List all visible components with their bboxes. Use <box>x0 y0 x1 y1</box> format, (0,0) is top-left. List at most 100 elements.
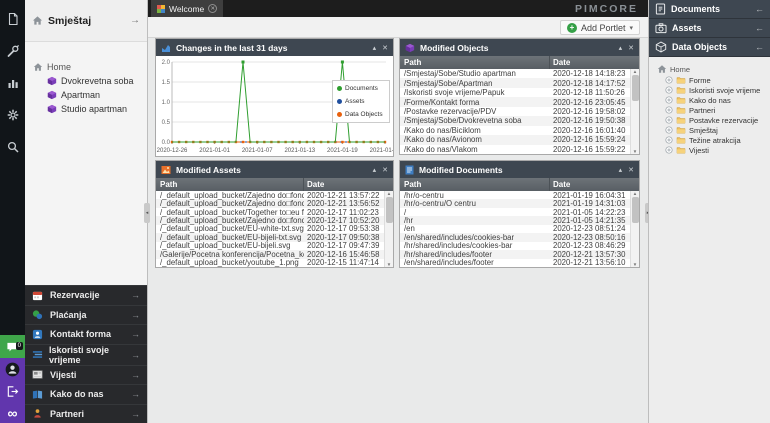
vertical-scrollbar[interactable]: ▲ ▼ <box>630 69 639 154</box>
search-button[interactable] <box>0 134 25 160</box>
table-row[interactable]: /Postavke rezervacije/PDV2020-12-16 19:5… <box>400 107 630 116</box>
table-row[interactable]: /_default_upload_bucket/youtube_1.png202… <box>156 259 384 267</box>
tree-item[interactable]: Partneri <box>649 105 770 115</box>
tree-item[interactable]: Iskoristi svoje vrijeme <box>649 85 770 95</box>
tree-item-label: Home <box>47 62 71 72</box>
expand-plus-icon[interactable] <box>665 86 673 94</box>
menu-item-iskoristi-svoje-vrijeme[interactable]: Iskoristi svoje vrijeme→ <box>25 344 147 365</box>
collapse-icon[interactable]: ▴ <box>619 44 623 52</box>
folder-icon <box>676 86 686 94</box>
vertical-scrollbar[interactable]: ▲ ▼ <box>384 191 393 267</box>
bar-chart-icon <box>6 76 20 90</box>
table-row[interactable]: /en/shared/includes/footer2020-12-21 13:… <box>400 259 630 267</box>
table-row[interactable]: /Iskoristi svoje vrijeme/Papuk2020-12-18… <box>400 88 630 97</box>
column-header-date[interactable]: Date <box>304 180 384 189</box>
expand-plus-icon[interactable] <box>665 146 673 154</box>
portlet-header[interactable]: Changes in the last 31 days ▴✕ <box>156 39 393 56</box>
column-header-date[interactable]: Date <box>550 58 630 67</box>
scroll-down-icon[interactable]: ▼ <box>633 149 637 154</box>
search-icon <box>6 140 20 154</box>
logout-button[interactable] <box>0 381 25 402</box>
scroll-up-icon[interactable]: ▲ <box>633 69 637 74</box>
infinity-logo-icon: ∞ <box>8 406 18 420</box>
section-documents[interactable]: Documents ← <box>649 0 770 19</box>
tree-item-home[interactable]: Home <box>25 60 147 74</box>
tree-item-home[interactable]: Home <box>649 63 770 75</box>
file-button[interactable] <box>0 6 25 32</box>
portlet-header[interactable]: Modified Objects ▴✕ <box>400 39 639 56</box>
column-header-path[interactable]: Path <box>156 178 304 191</box>
table-row[interactable]: /Kako do nas/Avionom2020-12-16 15:59:24 <box>400 135 630 144</box>
menu-item-vijesti[interactable]: Vijesti→ <box>25 365 147 385</box>
legend-item[interactable]: Assets <box>337 98 385 105</box>
tree-item[interactable]: Kako do nas <box>649 95 770 105</box>
expand-plus-icon[interactable] <box>665 96 673 104</box>
table-row[interactable]: /Smjestaj/Sobe/Studio apartman2020-12-18… <box>400 69 630 78</box>
column-header-date[interactable]: Date <box>550 180 630 189</box>
reports-button[interactable] <box>0 70 25 96</box>
table-row[interactable]: /Forme/Kontakt forma2020-12-16 23:05:45 <box>400 97 630 106</box>
cell-path: /Kako do nas/Vlakom <box>400 145 550 154</box>
tree-item[interactable]: Studio apartman <box>25 102 147 116</box>
column-header-path[interactable]: Path <box>400 56 550 69</box>
cell-date: 2020-12-16 15:59:24 <box>550 135 630 144</box>
section-data-objects[interactable]: Data Objects ← <box>649 38 770 57</box>
menu-item-kontakt-forma[interactable]: Kontakt forma→ <box>25 324 147 344</box>
close-icon[interactable]: ✕ <box>382 166 388 174</box>
table-row[interactable]: /Kako do nas/Biciklom2020-12-16 16:01:40 <box>400 126 630 135</box>
expand-plus-icon[interactable] <box>665 136 673 144</box>
pimcore-logo-button[interactable]: ∞ <box>0 402 25 423</box>
tab-close-icon[interactable]: ✕ <box>208 4 217 13</box>
tree-item[interactable]: Postavke rezervacije <box>649 115 770 125</box>
tree-item[interactable]: Vijesti <box>649 145 770 155</box>
tree-item[interactable]: Apartman <box>25 88 147 102</box>
close-icon[interactable]: ✕ <box>382 44 388 52</box>
scroll-up-icon[interactable]: ▲ <box>387 191 391 196</box>
object-cube-icon <box>405 43 415 53</box>
scroll-down-icon[interactable]: ▼ <box>633 262 637 267</box>
table-row[interactable]: /Smjestaj/Sobe/Dvokrevetna soba2020-12-1… <box>400 116 630 125</box>
expand-plus-icon[interactable] <box>665 106 673 114</box>
arrow-right-icon[interactable]: → <box>130 15 140 26</box>
close-icon[interactable]: ✕ <box>628 166 634 174</box>
notifications-button[interactable]: 0 <box>0 335 25 358</box>
collapse-icon[interactable]: ▴ <box>373 44 377 52</box>
scrollbar-thumb[interactable] <box>632 197 639 223</box>
expand-plus-icon[interactable] <box>665 126 673 134</box>
expand-plus-icon[interactable] <box>665 116 673 124</box>
legend-item[interactable]: Documents <box>337 85 385 92</box>
collapse-left-panel-handle[interactable]: ◂ <box>144 203 150 223</box>
tree-item[interactable]: Težine atrakcija <box>649 135 770 145</box>
menu-item-placanja[interactable]: Plaćanja→ <box>25 305 147 325</box>
tab-welcome[interactable]: Welcome ✕ <box>151 0 223 17</box>
vertical-scrollbar[interactable]: ▲ ▼ <box>630 191 639 267</box>
svg-text:0.0: 0.0 <box>162 140 171 146</box>
scroll-up-icon[interactable]: ▲ <box>633 191 637 196</box>
legend-item[interactable]: Data Objects <box>337 111 385 118</box>
table-row[interactable]: /Kako do nas/Vlakom2020-12-16 15:59:22 <box>400 145 630 154</box>
add-portlet-button[interactable]: + Add Portlet ▾ <box>560 20 640 35</box>
menu-item-kako-do-nas[interactable]: Kako do nas→ <box>25 384 147 404</box>
scroll-down-icon[interactable]: ▼ <box>387 262 391 267</box>
portlet-header[interactable]: Modified Assets ▴✕ <box>156 161 393 178</box>
portlet-header[interactable]: Modified Documents ▴✕ <box>400 161 639 178</box>
user-profile-button[interactable] <box>0 358 25 381</box>
collapse-icon[interactable]: ▴ <box>373 166 377 174</box>
expand-plus-icon[interactable] <box>665 76 673 84</box>
scrollbar-thumb[interactable] <box>386 197 393 223</box>
settings-button[interactable] <box>0 102 25 128</box>
tree-item[interactable]: Smještaj <box>649 125 770 135</box>
menu-item-partneri[interactable]: Partneri→ <box>25 404 147 423</box>
arrow-right-icon: → <box>131 329 140 339</box>
tools-button[interactable] <box>0 38 25 64</box>
table-row[interactable]: /Smjestaj/Sobe/Apartman2020-12-18 14:17:… <box>400 78 630 87</box>
collapse-icon[interactable]: ▴ <box>619 166 623 174</box>
section-assets[interactable]: Assets ← <box>649 19 770 38</box>
menu-item-rezervacije[interactable]: Rezervacije→ <box>25 285 147 305</box>
scrollbar-thumb[interactable] <box>632 75 639 101</box>
tree-item[interactable]: Dvokrevetna soba <box>25 74 147 88</box>
tree-item[interactable]: Forme <box>649 75 770 85</box>
column-header-path[interactable]: Path <box>400 178 550 191</box>
close-icon[interactable]: ✕ <box>628 44 634 52</box>
tree-panel-header[interactable]: Smještaj → <box>25 0 147 42</box>
